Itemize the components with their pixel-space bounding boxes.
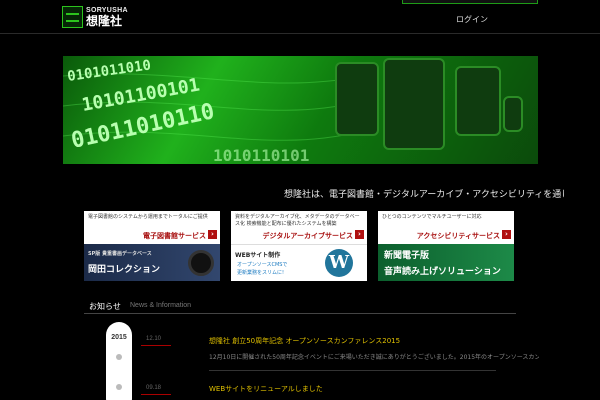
service-card-archive[interactable]: 資料をデジタルアーカイブ化、メタデータのデータベース化 検索機能と配布に優れたシ… [231, 211, 367, 281]
service-title: 電子図書館サービス [143, 232, 206, 240]
wordpress-logo-icon: W [325, 249, 353, 277]
tablet-device-illustration [455, 66, 501, 136]
banner-title: 新聞電子版 [384, 251, 430, 261]
banner-title: 岡田コレクション [88, 265, 161, 275]
banner-title: 音声読み上げソリューション [384, 267, 501, 277]
soryusha-logo[interactable]: SORYUSHA 想隆社 [62, 6, 130, 28]
news-headline-link[interactable]: 想隆社 創立50周年記念 オープンソースカンファレンス2015 [209, 336, 400, 346]
service-card-library[interactable]: 電子図書館のシステムから運用までトータルにご提供 電子図書館サービス › SP版… [84, 211, 220, 281]
logo-japanese: 想隆社 [86, 14, 123, 28]
timeline-dot [116, 354, 122, 360]
newspaper-voice-banner[interactable]: 新聞電子版 音声読み上げソリューション [378, 244, 514, 281]
service-description: 資料をデジタルアーカイブ化、メタデータのデータベース化 検索機能と配布に優れたシ… [235, 214, 360, 227]
header-divider [0, 33, 600, 34]
service-card-accessibility[interactable]: ひとつのコンテンツでマルチユーザーに対応 アクセシビリティサービス › 新聞電子… [378, 211, 514, 281]
news-title: お知らせ [89, 302, 121, 311]
news-header: お知らせ News & Information [84, 301, 516, 314]
company-tagline: 想隆社は、電子図書館・デジタルアーカイブ・アクセシビリティを通じて情報の可能性を… [284, 190, 564, 200]
timeline-dot [116, 384, 122, 390]
tablet-device-illustration [383, 58, 445, 150]
logo-english: SORYUSHA [86, 7, 128, 14]
news-timeline: 2015 [106, 322, 132, 400]
tablet-device-illustration [335, 62, 379, 136]
service-description: 電子図書館のシステムから運用までトータルにご提供 [88, 214, 208, 220]
service-title: デジタルアーカイブサービス [262, 232, 353, 240]
news-headline-link[interactable]: WEBサイトをリニューアルしました [209, 384, 323, 394]
login-link[interactable]: ログイン [456, 14, 488, 25]
top-menu-box [402, 0, 538, 4]
banner-text: オープンソースCMSで [237, 262, 288, 268]
news-body: 12月10日に開催された50周年記念イベントにご来場いただき誠にありがとうござい… [209, 354, 539, 361]
arrow-right-icon: › [355, 230, 364, 239]
banner-caption: WEBサイト制作 [235, 252, 281, 259]
news-date: 09.18 [146, 385, 162, 391]
banner-text: 更新業務をスリムに! [237, 270, 285, 276]
svg-text:0101011010: 0101011010 [66, 57, 152, 85]
arrow-right-icon: › [502, 230, 511, 239]
hero-banner: 0101011010 10101100101 01011010110 10101… [63, 56, 538, 164]
phone-device-illustration [503, 96, 523, 132]
okada-collection-banner[interactable]: SP版 貴重書画データベース 岡田コレクション [84, 244, 220, 281]
record-disc-icon [188, 250, 214, 276]
logo-mark-icon [62, 6, 83, 28]
service-description: ひとつのコンテンツでマルチユーザーに対応 [382, 214, 482, 220]
news-date-underline [141, 394, 171, 395]
arrow-right-icon: › [208, 230, 217, 239]
svg-text:1010110101: 1010110101 [213, 146, 309, 164]
news-divider [209, 370, 496, 371]
news-date: 12.10 [146, 336, 162, 342]
timeline-year: 2015 [111, 334, 127, 341]
news-date-underline [141, 345, 171, 346]
news-subtitle: News & Information [130, 302, 192, 309]
web-production-banner[interactable]: WEBサイト制作 オープンソースCMSで 更新業務をスリムに! W [231, 244, 367, 281]
service-title: アクセシビリティサービス [416, 232, 500, 240]
banner-caption: SP版 貴重書画データベース [88, 251, 152, 257]
